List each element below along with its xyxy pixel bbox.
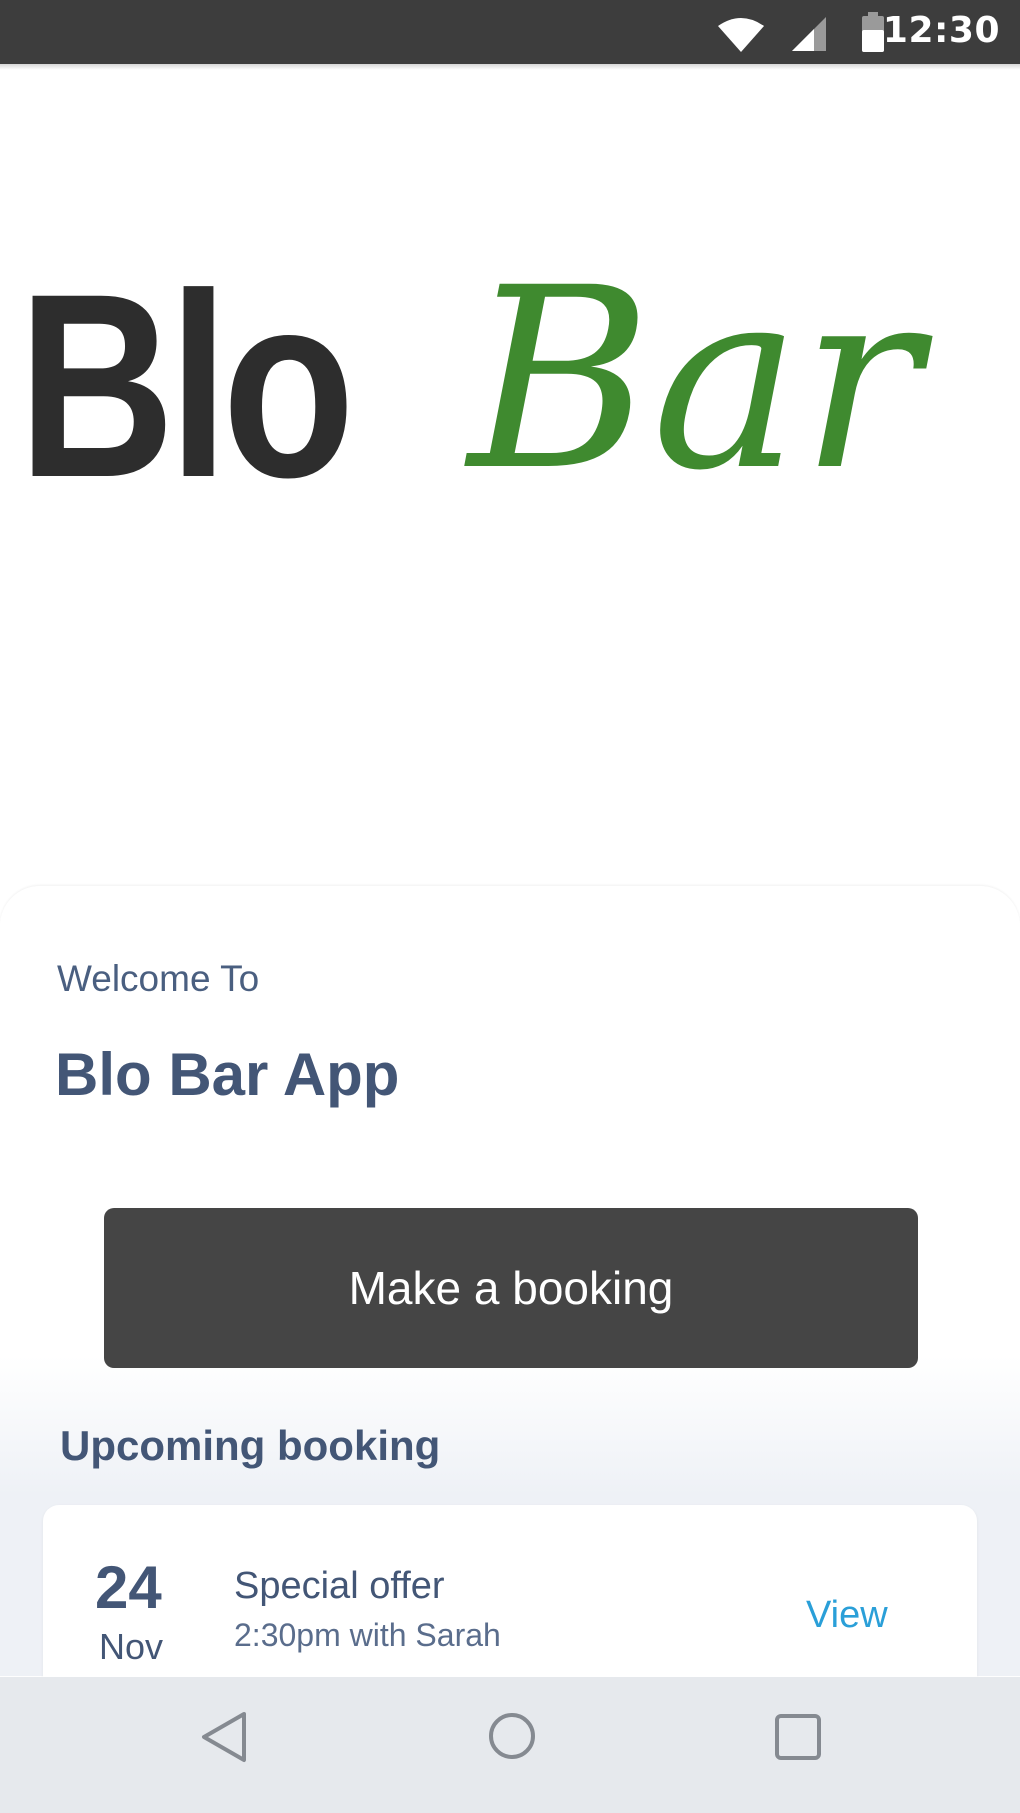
upcoming-booking-title: Upcoming booking bbox=[60, 1422, 441, 1469]
home-icon[interactable] bbox=[488, 1712, 536, 1764]
battery-icon bbox=[862, 12, 884, 56]
logo-bold-text: Blo bbox=[18, 239, 355, 532]
view-booking-link[interactable]: View bbox=[806, 1594, 888, 1637]
welcome-text: Welcome To bbox=[57, 958, 260, 999]
logo-script-text: Bar bbox=[468, 234, 921, 525]
navigation-bar bbox=[0, 1677, 1020, 1813]
app-title: Blo Bar App bbox=[55, 1041, 400, 1108]
booking-title: Special offer bbox=[234, 1565, 445, 1607]
status-bar: 12:30 bbox=[0, 0, 1020, 64]
recents-icon[interactable] bbox=[774, 1713, 822, 1765]
status-time: 12:30 bbox=[882, 10, 1000, 51]
back-icon[interactable] bbox=[200, 1711, 248, 1767]
status-bar-shadow bbox=[0, 64, 1020, 70]
booking-day: 24 bbox=[95, 1554, 162, 1621]
cell-signal-icon bbox=[792, 17, 826, 55]
make-booking-button[interactable]: Make a booking bbox=[104, 1208, 918, 1368]
booking-time: 2:30pm with Sarah bbox=[234, 1617, 501, 1653]
booking-month: Nov bbox=[99, 1626, 164, 1667]
wifi-icon bbox=[718, 18, 764, 56]
